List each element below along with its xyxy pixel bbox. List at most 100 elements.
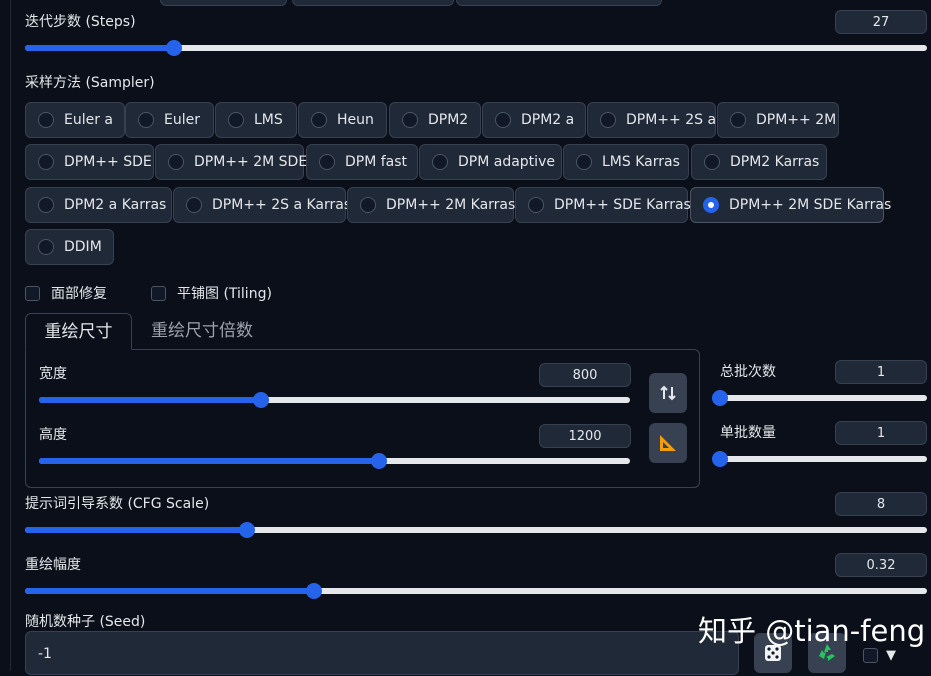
sampler-option-label: DPM adaptive (458, 154, 555, 170)
sampler-option[interactable]: DPM++ SDE Karras (515, 187, 691, 223)
tab-scale[interactable]: 重绘尺寸倍数 (151, 313, 253, 350)
seed-input[interactable]: -1 (25, 631, 739, 675)
tiling-label: 平铺图 (Tiling) (177, 286, 272, 302)
width-label: 宽度 (39, 366, 67, 382)
radio-circle-icon[interactable] (402, 112, 418, 128)
width-slider-thumb[interactable] (252, 392, 269, 408)
radio-circle-icon[interactable] (186, 197, 202, 213)
sampler-option[interactable]: DPM++ SDE (25, 144, 154, 180)
denoise-slider-thumb[interactable] (305, 583, 322, 599)
cfg-input[interactable]: 8 (835, 492, 927, 516)
swap-arrows-icon (660, 385, 676, 401)
sampler-option-label: LMS Karras (602, 154, 680, 170)
batch-count-input[interactable]: 1 (835, 360, 927, 384)
sampler-option[interactable]: DPM++ 2M Karras (347, 187, 516, 223)
sampler-option-label: DPM++ SDE (64, 154, 152, 170)
batch-size-slider-thumb[interactable] (712, 451, 728, 467)
sampler-option-label: DPM++ 2S a Karras (212, 197, 352, 213)
steps-input[interactable]: 27 (835, 10, 927, 34)
sampler-option[interactable]: Euler (125, 102, 214, 138)
radio-circle-icon[interactable] (168, 154, 184, 170)
face-restore-label: 面部修复 (51, 286, 107, 302)
sampler-option[interactable]: DPM adaptive (419, 144, 562, 180)
sampler-option[interactable]: DPM++ 2S a (587, 102, 716, 138)
checkbox-box[interactable] (863, 648, 878, 663)
radio-circle-icon[interactable] (730, 112, 746, 128)
aspect-ratio-button[interactable] (649, 423, 687, 463)
sampler-option[interactable]: LMS Karras (563, 144, 689, 180)
batch-count-slider[interactable] (712, 390, 927, 406)
sampler-option-label: Heun (337, 112, 374, 128)
radio-circle-icon[interactable] (38, 239, 54, 255)
radio-circle-icon[interactable] (38, 197, 54, 213)
sampler-option-label: Euler (164, 112, 200, 128)
batch-count-slider-thumb[interactable] (712, 390, 728, 406)
sampler-option-label: DPM++ 2S a (626, 112, 717, 128)
sampler-option[interactable]: LMS (215, 102, 297, 138)
sampler-option[interactable]: DPM2 Karras (691, 144, 827, 180)
sampler-option-label: DPM fast (345, 154, 408, 170)
sampler-option-label: DPM2 a Karras (64, 197, 167, 213)
radio-circle-icon[interactable] (319, 154, 335, 170)
sampler-option-label: DPM2 (428, 112, 469, 128)
radio-circle-icon[interactable] (528, 197, 544, 213)
sampler-option[interactable]: DPM2 a (482, 102, 586, 138)
height-input[interactable]: 1200 (539, 424, 631, 448)
radio-circle-icon[interactable] (38, 112, 54, 128)
sampler-option-label: DPM++ SDE Karras (554, 197, 691, 213)
sampler-option[interactable]: DPM++ 2M SDE (155, 144, 307, 180)
sampler-option-label: DPM++ 2M (756, 112, 837, 128)
tiling-checkbox[interactable]: 平铺图 (Tiling) (151, 283, 272, 303)
sampler-option[interactable]: DPM fast (306, 144, 418, 180)
width-input[interactable]: 800 (539, 363, 631, 387)
steps-slider[interactable] (25, 40, 927, 56)
width-slider[interactable] (39, 392, 630, 408)
radio-circle-icon[interactable] (432, 154, 448, 170)
denoise-input[interactable]: 0.32 (835, 553, 927, 577)
radio-circle-icon[interactable] (360, 197, 376, 213)
cfg-slider[interactable] (25, 522, 927, 538)
checkbox-box[interactable] (25, 285, 40, 301)
tab-resize[interactable]: 重绘尺寸 (25, 313, 132, 350)
sampler-option[interactable]: DPM2 (389, 102, 481, 138)
left-border-line (10, 0, 11, 671)
denoise-slider[interactable] (25, 583, 927, 599)
sampler-option[interactable]: DDIM (25, 229, 114, 265)
radio-circle-icon[interactable] (703, 197, 719, 213)
radio-circle-icon[interactable] (311, 112, 327, 128)
radio-circle-icon[interactable] (495, 112, 511, 128)
radio-circle-icon[interactable] (38, 154, 54, 170)
height-slider[interactable] (39, 453, 630, 469)
sampler-option[interactable]: DPM++ 2M (717, 102, 839, 138)
extra-seed-checkbox[interactable]: ▼ (863, 648, 896, 663)
swap-dimensions-button[interactable] (649, 373, 687, 413)
sampler-option-label: DPM2 a (521, 112, 575, 128)
radio-circle-icon[interactable] (228, 112, 244, 128)
sampler-label: 采样方法 (Sampler) (25, 75, 155, 91)
radio-circle-icon[interactable] (576, 154, 592, 170)
sampler-option-label: DPM2 Karras (730, 154, 820, 170)
sampler-option[interactable]: DPM2 a Karras (25, 187, 172, 223)
sampler-option-label: DDIM (64, 239, 102, 255)
sampler-option[interactable]: DPM++ 2M SDE Karras (690, 187, 891, 223)
sampler-option[interactable]: Heun (298, 102, 387, 138)
sampler-option-label: LMS (254, 112, 283, 128)
clipped-top-controls (160, 0, 662, 6)
radio-circle-icon[interactable] (138, 112, 154, 128)
steps-slider-thumb[interactable] (165, 40, 182, 56)
expand-triangle-icon[interactable]: ▼ (886, 648, 896, 663)
sampler-option[interactable]: DPM++ 2S a Karras (173, 187, 351, 223)
batch-size-label: 单批数量 (720, 425, 776, 441)
batch-size-slider[interactable] (712, 451, 927, 467)
batch-size-input[interactable]: 1 (835, 421, 927, 445)
face-restore-checkbox[interactable]: 面部修复 (25, 283, 107, 303)
sampler-option[interactable]: Euler a (25, 102, 125, 138)
steps-label: 迭代步数 (Steps) (25, 14, 136, 30)
denoise-label: 重绘幅度 (25, 557, 81, 573)
radio-circle-icon[interactable] (704, 154, 720, 170)
height-slider-thumb[interactable] (370, 453, 387, 469)
cfg-slider-thumb[interactable] (238, 522, 255, 538)
radio-circle-icon[interactable] (600, 112, 616, 128)
checkbox-box[interactable] (151, 285, 166, 301)
sampler-option-label: DPM++ 2M Karras (386, 197, 516, 213)
